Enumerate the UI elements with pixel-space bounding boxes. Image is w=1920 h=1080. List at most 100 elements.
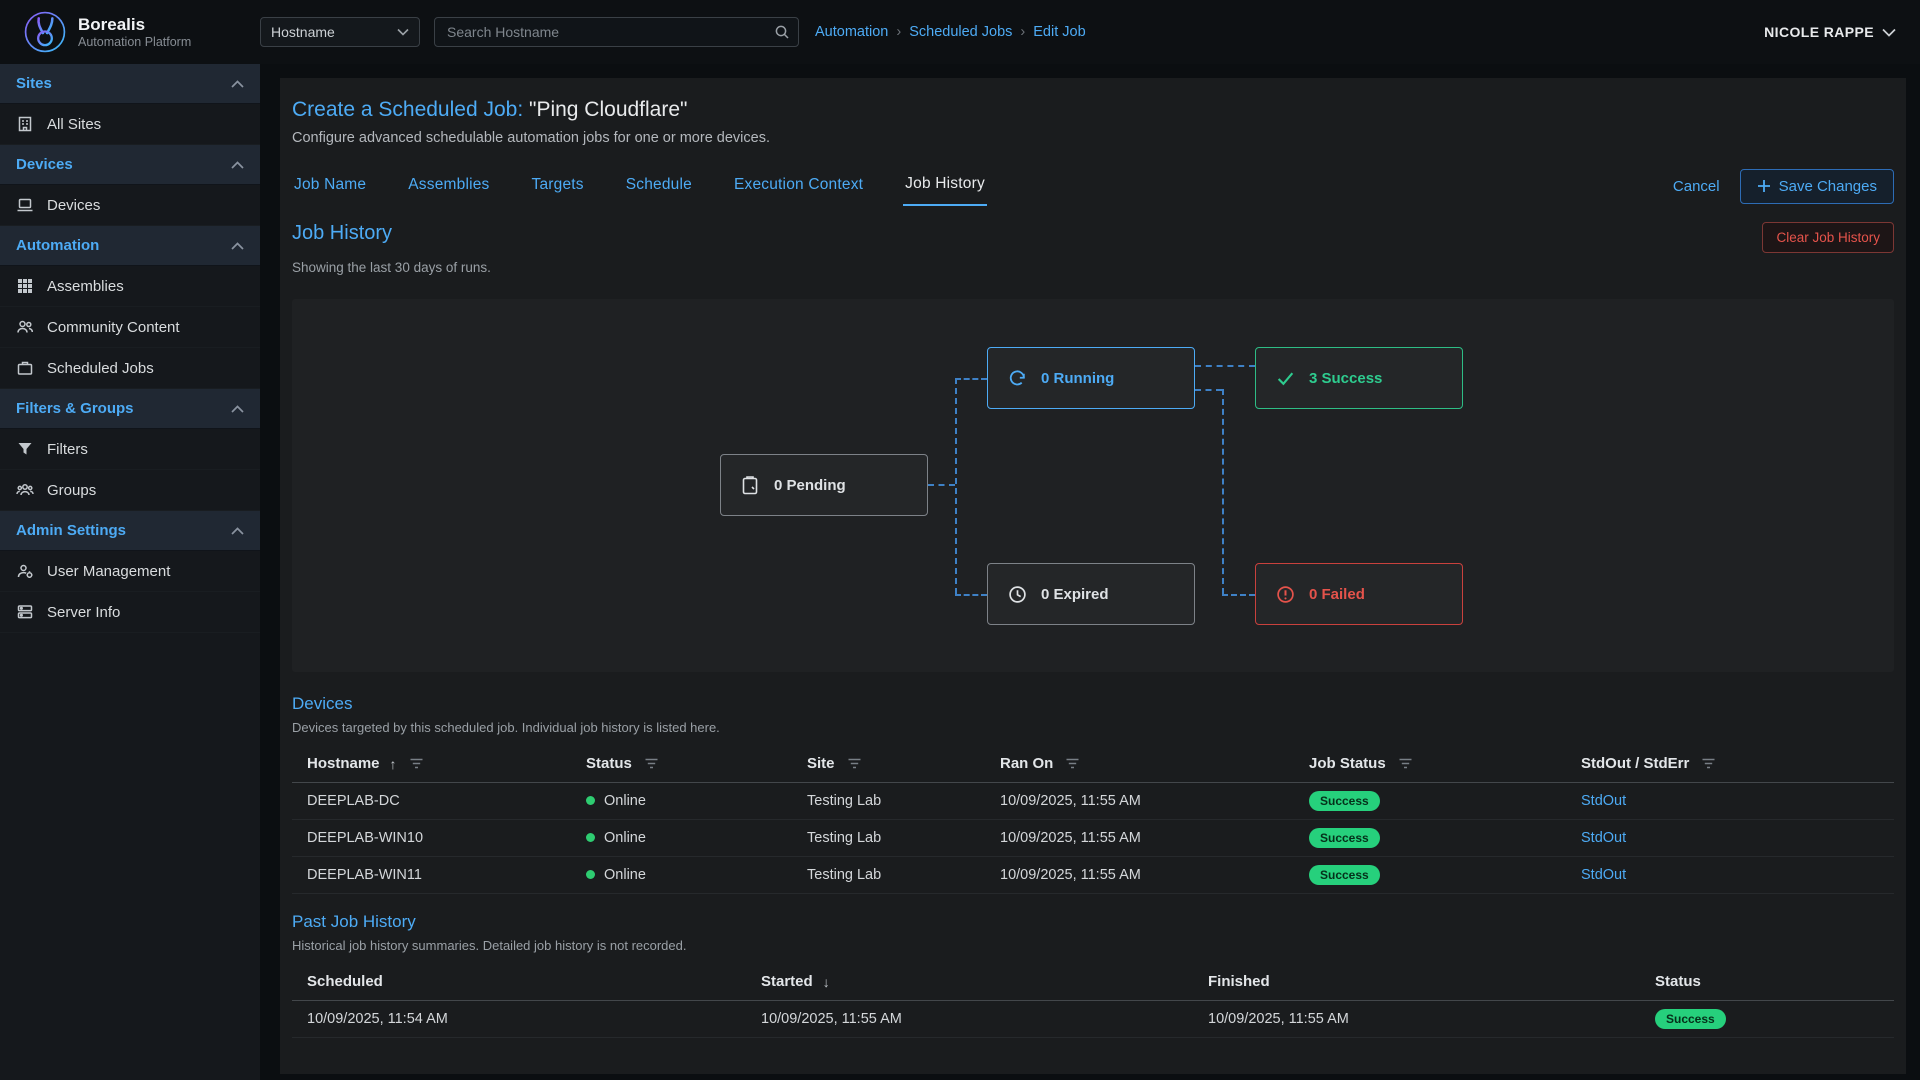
clipboard-icon [741,475,761,495]
table-row: DEEPLAB-WIN11 Online Testing Lab 10/09/2… [292,857,1894,894]
breadcrumb-edit-job[interactable]: Edit Job [1033,24,1085,40]
filter-icon[interactable] [409,757,424,770]
col-started[interactable]: Started ↓ [746,973,1193,990]
col-label: Job Status [1309,755,1386,772]
sidebar-item-label: Groups [47,482,96,499]
sidebar-section-admin-settings[interactable]: Admin Settings [0,511,260,551]
user-menu[interactable]: NICOLE RAPPE [1764,24,1896,40]
hostname-select[interactable]: Hostname [260,17,420,47]
col-label: Started [761,973,813,990]
pending-node[interactable]: 0 Pending [720,454,928,516]
chevron-up-icon [231,242,244,250]
tabs-row: Job Name Assemblies Targets Schedule Exe… [292,166,1894,206]
sidebar-item-server-info[interactable]: Server Info [0,592,260,633]
tab-targets[interactable]: Targets [530,167,586,205]
sidebar-item-all-sites[interactable]: All Sites [0,104,260,145]
filter-icon[interactable] [847,757,862,770]
filter-icon[interactable] [1065,757,1080,770]
breadcrumb-automation[interactable]: Automation [815,24,888,40]
sidebar-section-automation[interactable]: Automation [0,226,260,266]
col-finished[interactable]: Finished [1193,973,1640,990]
stdout-cell: StdOut [1566,830,1894,846]
tab-job-name[interactable]: Job Name [292,167,368,205]
sidebar-section-sites[interactable]: Sites [0,64,260,104]
col-ran-on[interactable]: Ran On [985,755,1294,772]
page-title: Create a Scheduled Job: "Ping Cloudflare… [292,98,1894,122]
connector-line [1195,365,1255,367]
sidebar-item-label: Server Info [47,604,120,621]
sidebar-section-filters-groups[interactable]: Filters & Groups [0,389,260,429]
stdout-link[interactable]: StdOut [1581,867,1626,883]
chevron-down-icon [397,28,409,36]
pending-node-label: 0 Pending [774,477,846,494]
job-status-diagram: 0 Pending 0 Running 3 Success 0 Expired … [292,299,1894,672]
sidebar-item-groups[interactable]: Groups [0,470,260,511]
col-site[interactable]: Site [792,755,985,772]
filter-icon[interactable] [1701,757,1716,770]
stdout-link[interactable]: StdOut [1581,793,1626,809]
col-scheduled[interactable]: Scheduled [292,973,746,990]
sidebar-item-devices[interactable]: Devices [0,185,260,226]
clear-job-history-button[interactable]: Clear Job History [1762,222,1894,253]
past-job-history-heading: Past Job History [292,912,1894,932]
table-row: DEEPLAB-WIN10 Online Testing Lab 10/09/2… [292,820,1894,857]
col-status[interactable]: Status [1640,973,1894,990]
funnel-icon [16,440,34,458]
site-cell: Testing Lab [792,830,985,846]
col-status[interactable]: Status [571,755,792,772]
col-label: Hostname [307,755,380,772]
status-cell: Online [571,793,792,809]
filter-icon[interactable] [1398,757,1413,770]
sidebar-item-label: Filters [47,441,88,458]
stdout-cell: StdOut [1566,867,1894,883]
sidebar-section-devices[interactable]: Devices [0,145,260,185]
hostname-search [434,17,799,47]
hostname-cell: DEEPLAB-WIN10 [292,830,571,846]
chevron-up-icon [231,161,244,169]
borealis-logo-icon [24,11,66,53]
stdout-link[interactable]: StdOut [1581,830,1626,846]
col-job-status[interactable]: Job Status [1294,755,1566,772]
tab-schedule[interactable]: Schedule [624,167,694,205]
past-job-history-note: Historical job history summaries. Detail… [292,938,1894,953]
online-dot-icon [586,796,595,805]
job-status-cell: Success [1294,865,1566,885]
col-stdout[interactable]: StdOut / StdErr [1566,755,1894,772]
connector-line [955,378,987,380]
sidebar-section-label: Automation [16,237,99,254]
tab-execution-context[interactable]: Execution Context [732,167,865,205]
sidebar-item-scheduled-jobs[interactable]: Scheduled Jobs [0,348,260,389]
sidebar-item-community-content[interactable]: Community Content [0,307,260,348]
sort-asc-icon[interactable]: ↑ [390,756,397,772]
sidebar-item-label: Scheduled Jobs [47,360,154,377]
status-cell: Online [571,830,792,846]
search-icon[interactable] [774,24,790,40]
status-badge: Success [1309,865,1380,885]
expired-node[interactable]: 0 Expired [987,563,1195,625]
sidebar-item-assemblies[interactable]: Assemblies [0,266,260,307]
sidebar-item-user-management[interactable]: User Management [0,551,260,592]
sort-desc-icon[interactable]: ↓ [823,974,830,990]
sidebar-item-filters[interactable]: Filters [0,429,260,470]
stdout-cell: StdOut [1566,793,1894,809]
sidebar-item-label: Devices [47,197,100,214]
breadcrumb-scheduled-jobs[interactable]: Scheduled Jobs [909,24,1012,40]
running-node[interactable]: 0 Running [987,347,1195,409]
server-icon [16,603,34,621]
search-input[interactable] [434,17,799,47]
col-label: Finished [1208,973,1270,990]
grid-icon [16,277,34,295]
sidebar-section-label: Filters & Groups [16,400,134,417]
col-hostname[interactable]: Hostname ↑ [292,755,571,772]
tab-assemblies[interactable]: Assemblies [406,167,491,205]
filter-icon[interactable] [644,757,659,770]
failed-node[interactable]: 0 Failed [1255,563,1463,625]
finished-cell: 10/09/2025, 11:55 AM [1193,1011,1640,1027]
cancel-button[interactable]: Cancel [1673,178,1720,195]
tab-job-history[interactable]: Job History [903,166,987,206]
success-node[interactable]: 3 Success [1255,347,1463,409]
site-cell: Testing Lab [792,793,985,809]
job-status-cell: Success [1294,828,1566,848]
save-changes-button[interactable]: Save Changes [1740,169,1894,204]
briefcase-icon [16,359,34,377]
